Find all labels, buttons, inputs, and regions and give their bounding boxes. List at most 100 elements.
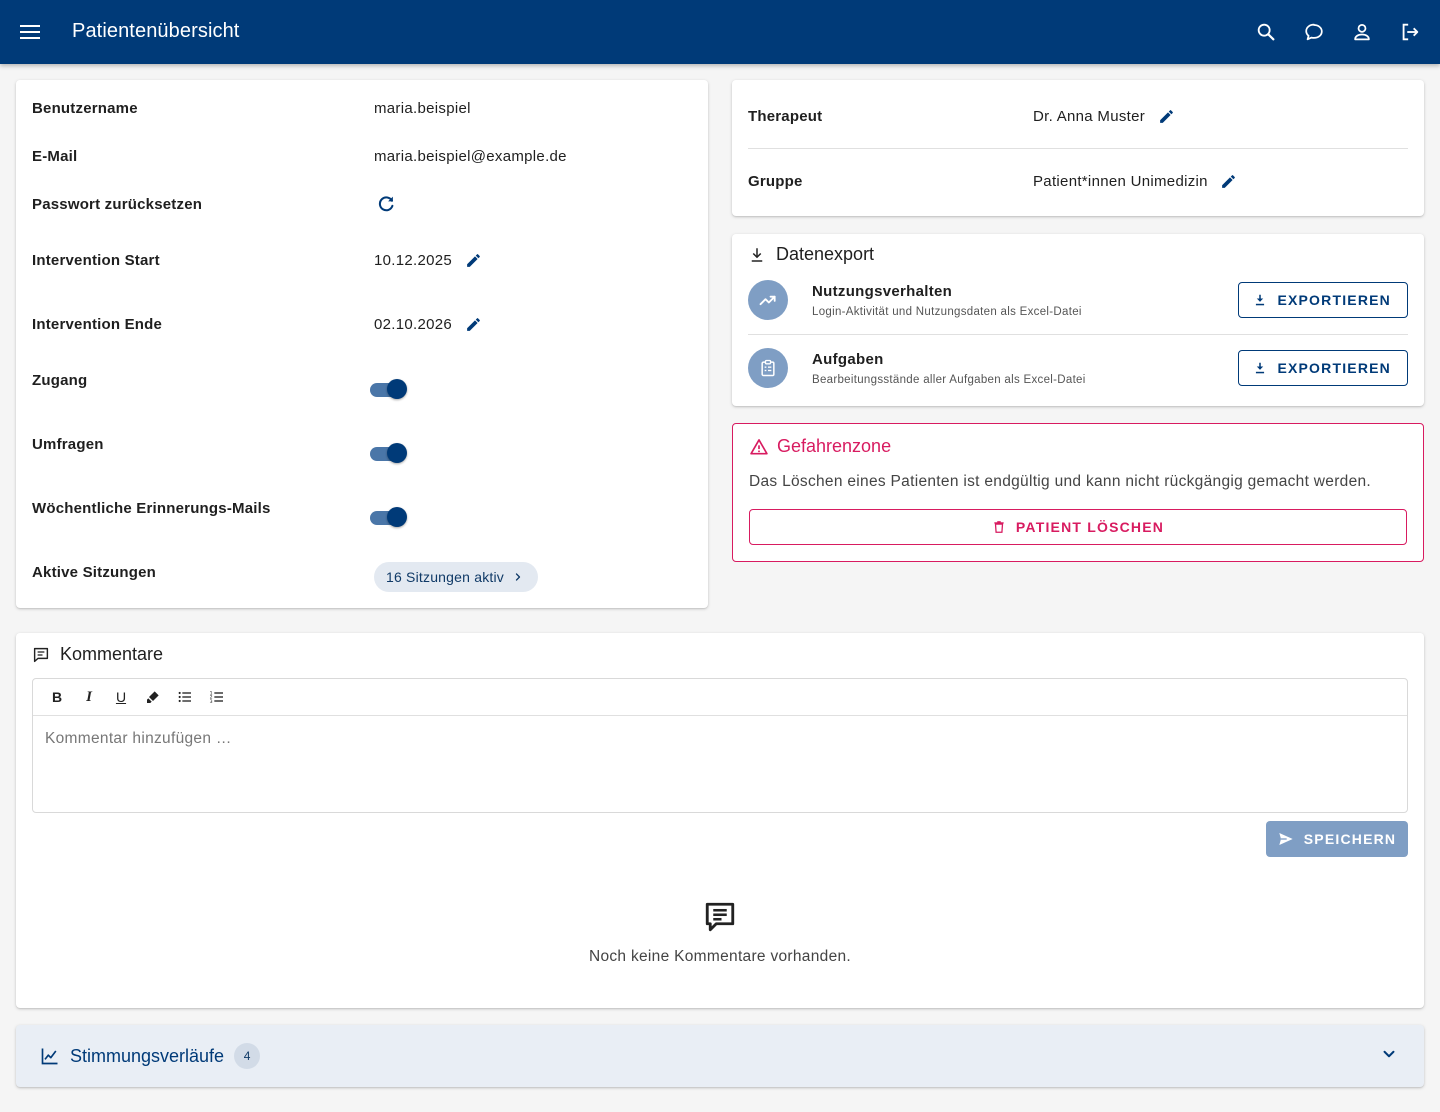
comments-card: Kommentare B I U 123 Kommentar hinzufüge…	[16, 633, 1424, 1008]
active-sessions-chip[interactable]: 16 Sitzungen aktiv	[374, 562, 539, 592]
intervention-start-row: Intervention Start 10.12.2025	[32, 248, 692, 272]
comments-title: Kommentare	[60, 644, 164, 664]
danger-zone-card: Gefahrenzone Das Löschen eines Patienten…	[732, 423, 1424, 562]
surveys-label: Umfragen	[32, 435, 104, 453]
download-icon	[748, 246, 766, 264]
comment-editor: B I U 123 Kommentar hinzufügen …	[32, 678, 1408, 813]
therapist-row: Therapeut Dr. Anna Muster	[748, 84, 1408, 148]
reminder-label: Wöchentliche Erinnerungs-Mails	[32, 499, 271, 517]
therapist-value: Dr. Anna Muster	[1033, 107, 1146, 125]
export-item-title: Aufgaben	[812, 350, 884, 368]
numbered-list-icon[interactable]: 123	[207, 687, 227, 707]
send-icon	[1278, 831, 1294, 847]
danger-zone-description: Das Löschen eines Patienten ist endgülti…	[749, 473, 1372, 490]
active-sessions-value: 16 Sitzungen aktiv	[386, 569, 505, 585]
delete-patient-label: PATIENT LÖSCHEN	[1015, 519, 1165, 535]
export-item-tasks: Aufgaben Bearbeitungsstände aller Aufgab…	[748, 338, 1408, 398]
reminder-row: Wöchentliche Erinnerungs-Mails	[32, 496, 692, 520]
trending-up-icon	[748, 280, 788, 320]
password-reset-label: Passwort zurücksetzen	[32, 195, 203, 213]
export-button-label: EXPORTIEREN	[1277, 292, 1391, 308]
save-comment-button[interactable]: SPEICHERN	[1266, 821, 1408, 857]
export-item-usage: Nutzungsverhalten Login-Aktivität und Nu…	[748, 270, 1408, 330]
highlight-icon[interactable]	[143, 687, 163, 707]
warning-icon	[749, 437, 769, 457]
chevron-down-icon[interactable]	[1380, 1045, 1398, 1063]
appbar-actions	[1250, 16, 1426, 48]
therapist-group-card: Therapeut Dr. Anna Muster Gruppe Patient…	[732, 80, 1424, 216]
edit-pencil-icon[interactable]	[464, 315, 482, 333]
trash-icon	[992, 520, 1006, 534]
surveys-row: Umfragen	[32, 432, 692, 456]
bullet-list-icon[interactable]	[175, 687, 195, 707]
access-row: Zugang	[32, 368, 692, 392]
edit-pencil-icon[interactable]	[464, 251, 482, 269]
app-bar: Patientenübersicht	[0, 0, 1440, 64]
comment-input[interactable]: Kommentar hinzufügen …	[33, 716, 1407, 812]
svg-text:3: 3	[210, 699, 213, 705]
page-title: Patientenübersicht	[72, 20, 240, 42]
intervention-start-value: 10.12.2025	[374, 251, 453, 269]
mood-trends-header: Stimmungsverläufe 4	[40, 1043, 261, 1069]
export-button-label: EXPORTIEREN	[1277, 360, 1391, 376]
mood-count-badge: 4	[234, 1043, 261, 1069]
save-comment-label: SPEICHERN	[1303, 831, 1397, 847]
active-sessions-row: Aktive Sitzungen	[32, 560, 692, 584]
download-icon	[1253, 293, 1267, 307]
delete-patient-button[interactable]: PATIENT LÖSCHEN	[749, 509, 1407, 545]
access-label: Zugang	[32, 371, 88, 389]
reminder-toggle[interactable]	[370, 506, 408, 528]
download-icon	[1253, 361, 1267, 375]
data-export-title: Datenexport	[776, 244, 875, 264]
export-usage-button[interactable]: EXPORTIEREN	[1238, 282, 1408, 318]
therapist-label: Therapeut	[748, 107, 823, 125]
line-chart-icon	[40, 1046, 60, 1066]
email-value: maria.beispiel@example.de	[374, 147, 567, 165]
chat-icon[interactable]	[1298, 16, 1330, 48]
group-row: Gruppe Patient*innen Unimedizin	[748, 149, 1408, 213]
menu-icon[interactable]	[16, 18, 44, 46]
chevron-right-icon	[512, 571, 524, 583]
group-label: Gruppe	[748, 172, 803, 190]
editor-toolbar: B I U 123	[33, 679, 1407, 716]
account-icon[interactable]	[1346, 16, 1378, 48]
intervention-end-value: 02.10.2026	[374, 315, 453, 333]
email-row: E-Mail maria.beispiel@example.de	[32, 144, 692, 168]
italic-button[interactable]: I	[79, 687, 99, 707]
comment-icon	[32, 646, 50, 664]
surveys-toggle[interactable]	[370, 442, 408, 464]
danger-zone-title: Gefahrenzone	[777, 436, 892, 456]
comment-empty-icon	[702, 899, 738, 935]
username-row: Benutzername maria.beispiel	[32, 96, 692, 120]
underline-button[interactable]: U	[111, 687, 131, 707]
access-toggle[interactable]	[370, 378, 408, 400]
empty-comments-text: Noch keine Kommentare vorhanden.	[588, 948, 852, 965]
data-export-card: Datenexport Nutzungsverhalten Login-Akti…	[732, 234, 1424, 406]
group-value: Patient*innen Unimedizin	[1033, 172, 1208, 190]
mood-trends-title: Stimmungsverläufe	[70, 1045, 225, 1066]
comments-header: Kommentare	[32, 644, 163, 665]
divider	[748, 334, 1408, 335]
export-item-title: Nutzungsverhalten	[812, 282, 953, 300]
export-item-subtitle: Login-Aktivität und Nutzungsdaten als Ex…	[812, 305, 1082, 318]
mood-trends-accordion[interactable]: Stimmungsverläufe 4	[16, 1025, 1424, 1087]
export-item-subtitle: Bearbeitungsstände aller Aufgaben als Ex…	[812, 373, 1086, 386]
data-export-header: Datenexport	[748, 244, 874, 265]
patient-details-card: Benutzername maria.beispiel E-Mail maria…	[16, 80, 708, 608]
clipboard-list-icon	[748, 348, 788, 388]
danger-zone-header: Gefahrenzone	[749, 436, 891, 457]
intervention-end-row: Intervention Ende 02.10.2026	[32, 312, 692, 336]
export-tasks-button[interactable]: EXPORTIEREN	[1238, 350, 1408, 386]
email-label: E-Mail	[32, 147, 78, 165]
password-reset-row: Passwort zurücksetzen	[32, 192, 692, 216]
refresh-icon[interactable]	[374, 192, 398, 216]
intervention-start-label: Intervention Start	[32, 251, 160, 269]
username-label: Benutzername	[32, 99, 138, 117]
edit-pencil-icon[interactable]	[1220, 172, 1238, 190]
logout-icon[interactable]	[1394, 16, 1426, 48]
search-icon[interactable]	[1250, 16, 1282, 48]
edit-pencil-icon[interactable]	[1157, 107, 1175, 125]
bold-button[interactable]: B	[47, 687, 67, 707]
intervention-end-label: Intervention Ende	[32, 315, 163, 333]
username-value: maria.beispiel	[374, 99, 471, 117]
